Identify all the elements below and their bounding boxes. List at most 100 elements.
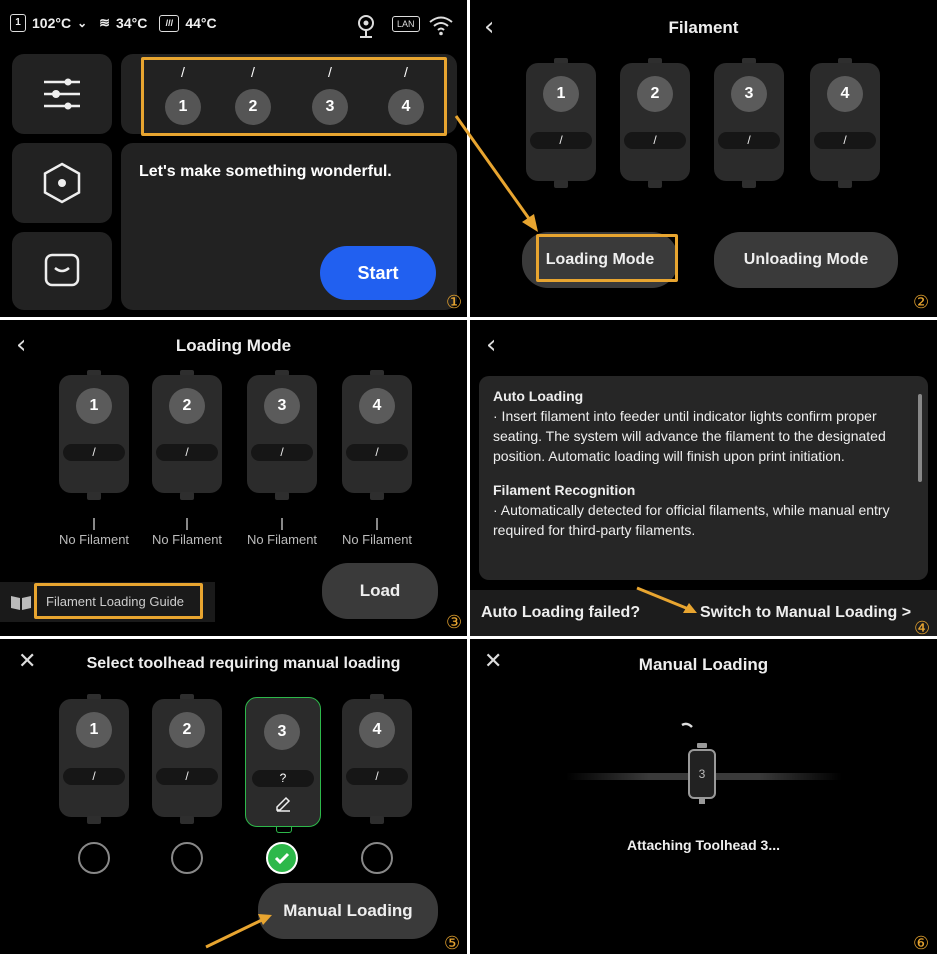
highlight-box	[34, 583, 203, 619]
status-message: Attaching Toolhead 3...	[627, 837, 780, 853]
slot-number: 1	[76, 388, 112, 424]
highlight-box	[536, 234, 678, 282]
lan-icon[interactable]: LAN	[392, 16, 420, 32]
printer-bed-button[interactable]	[12, 232, 112, 310]
slot-number: 3	[264, 714, 300, 750]
status-bar: 1 102°C ⌄ ≋ 34°C /// 44°C	[10, 14, 217, 32]
filament-slot-3-selected[interactable]: 3 ?	[245, 697, 321, 827]
step-marker: ⑤	[444, 933, 461, 954]
recognition-heading: Filament Recognition	[493, 482, 636, 498]
highlight-box	[141, 57, 447, 136]
slot-material: /	[718, 132, 780, 149]
page-title: Filament	[668, 18, 739, 37]
book-icon	[11, 596, 31, 610]
slot-material: /	[251, 444, 313, 461]
slot-1-status: No Filament	[58, 532, 130, 547]
camera-icon[interactable]	[355, 14, 377, 40]
filament-slot-1[interactable]: 1/	[59, 370, 129, 502]
auto-loading-heading: Auto Loading	[493, 388, 584, 404]
filament-slot-1[interactable]: 1/	[59, 694, 129, 826]
recognition-text: · Automatically detected for official fi…	[493, 502, 890, 538]
slot-3-status: No Filament	[246, 532, 318, 547]
welcome-message: Let's make something wonderful.	[139, 163, 392, 180]
filament-slot-2[interactable]: 2/	[152, 694, 222, 826]
page-title: Select toolhead requiring manual loading	[86, 655, 401, 672]
toolhead-number: 3	[698, 767, 706, 781]
auto-loading-text: · Insert filament into feeder until indi…	[493, 408, 886, 464]
slot-number: 4	[359, 388, 395, 424]
bed-temp: 34°C	[116, 15, 148, 31]
manual-loading-button[interactable]: Manual Loading	[258, 883, 438, 939]
hex-nut-icon	[43, 162, 81, 204]
slot-number: 4	[359, 712, 395, 748]
wifi-icon[interactable]	[428, 14, 454, 36]
filament-path	[186, 518, 188, 530]
loading-mode-screen: ‹ Loading Mode 1/ 2/ 3/ 4/ No Filament N…	[0, 320, 467, 636]
select-radio-2[interactable]	[171, 842, 203, 874]
arrow-annotation	[636, 586, 697, 613]
filament-slot-2[interactable]: 2/	[152, 370, 222, 502]
slot-material: /	[63, 768, 125, 785]
edit-icon[interactable]	[274, 794, 292, 812]
slot-number: 2	[637, 76, 673, 112]
slot-number: 3	[264, 388, 300, 424]
slot-material: /	[624, 132, 686, 149]
nozzle-control-button[interactable]	[12, 143, 112, 223]
slot-number: 2	[169, 388, 205, 424]
filament-tip-icon	[681, 722, 693, 728]
slot-4-status: No Filament	[341, 532, 413, 547]
check-icon	[274, 852, 290, 865]
chamber-icon: ///	[159, 14, 180, 32]
scrollbar[interactable]	[918, 394, 922, 482]
select-radio-1[interactable]	[78, 842, 110, 874]
loading-guide-screen: ‹ Auto Loading · Insert filament into fe…	[470, 320, 937, 636]
settings-button[interactable]	[12, 54, 112, 134]
slot-material: ?	[252, 770, 314, 787]
toolhead-nozzle	[699, 799, 705, 804]
nozzle-temp: 102°C	[32, 15, 72, 31]
filament-slot-4[interactable]: 4/	[810, 58, 880, 190]
toolhead-icon: 3	[688, 749, 716, 799]
chevron-down-icon[interactable]: ⌄	[77, 16, 87, 30]
select-radio-3-checked[interactable]	[266, 842, 298, 874]
auto-loading-failed-text: Auto Loading failed?	[481, 604, 641, 621]
slot-number: 1	[76, 712, 112, 748]
heated-bed-icon: ≋	[99, 15, 111, 30]
toolhead-top	[697, 743, 707, 748]
arrow-annotation	[205, 914, 272, 949]
filament-path	[281, 518, 283, 530]
slot-number: 2	[169, 712, 205, 748]
load-button[interactable]: Load	[322, 563, 438, 619]
arrow-annotation	[454, 115, 538, 232]
step-marker: ①	[446, 292, 463, 313]
manual-loading-screen: ✕ Manual Loading 3 Attaching Toolhead 3.…	[470, 639, 937, 954]
filament-slot-3[interactable]: 3/	[247, 370, 317, 502]
slot-material: /	[156, 768, 218, 785]
guide-card[interactable]: Auto Loading · Insert filament into feed…	[479, 376, 928, 580]
slot-number: 3	[731, 76, 767, 112]
page-title: Loading Mode	[175, 336, 292, 355]
slot-material: /	[63, 444, 125, 461]
chamber-temp: 44°C	[185, 15, 217, 31]
selected-connector	[276, 826, 292, 833]
back-button[interactable]: ‹	[486, 332, 496, 358]
step-marker: ③	[446, 612, 463, 633]
step-marker: ②	[913, 292, 930, 313]
filament-slot-4[interactable]: 4/	[342, 694, 412, 826]
step-marker: ④	[914, 618, 931, 636]
switch-manual-loading-link[interactable]: Switch to Manual Loading >	[700, 604, 911, 622]
filament-slot-4[interactable]: 4/	[342, 370, 412, 502]
filament-slot-3[interactable]: 3/	[714, 58, 784, 190]
filament-slot-2[interactable]: 2/	[620, 58, 690, 190]
select-radio-4[interactable]	[361, 842, 393, 874]
page-title: Manual Loading	[638, 655, 769, 674]
slot-number: 4	[827, 76, 863, 112]
filament-path	[93, 518, 95, 530]
step-marker: ⑥	[913, 933, 930, 954]
filament-path	[376, 518, 378, 530]
select-toolhead-screen: ✕ Select toolhead requiring manual loadi…	[0, 639, 467, 954]
unloading-mode-button[interactable]: Unloading Mode	[714, 232, 898, 288]
tray-icon	[44, 253, 80, 287]
start-button[interactable]: Start	[320, 246, 436, 300]
slot-2-status: No Filament	[151, 532, 223, 547]
